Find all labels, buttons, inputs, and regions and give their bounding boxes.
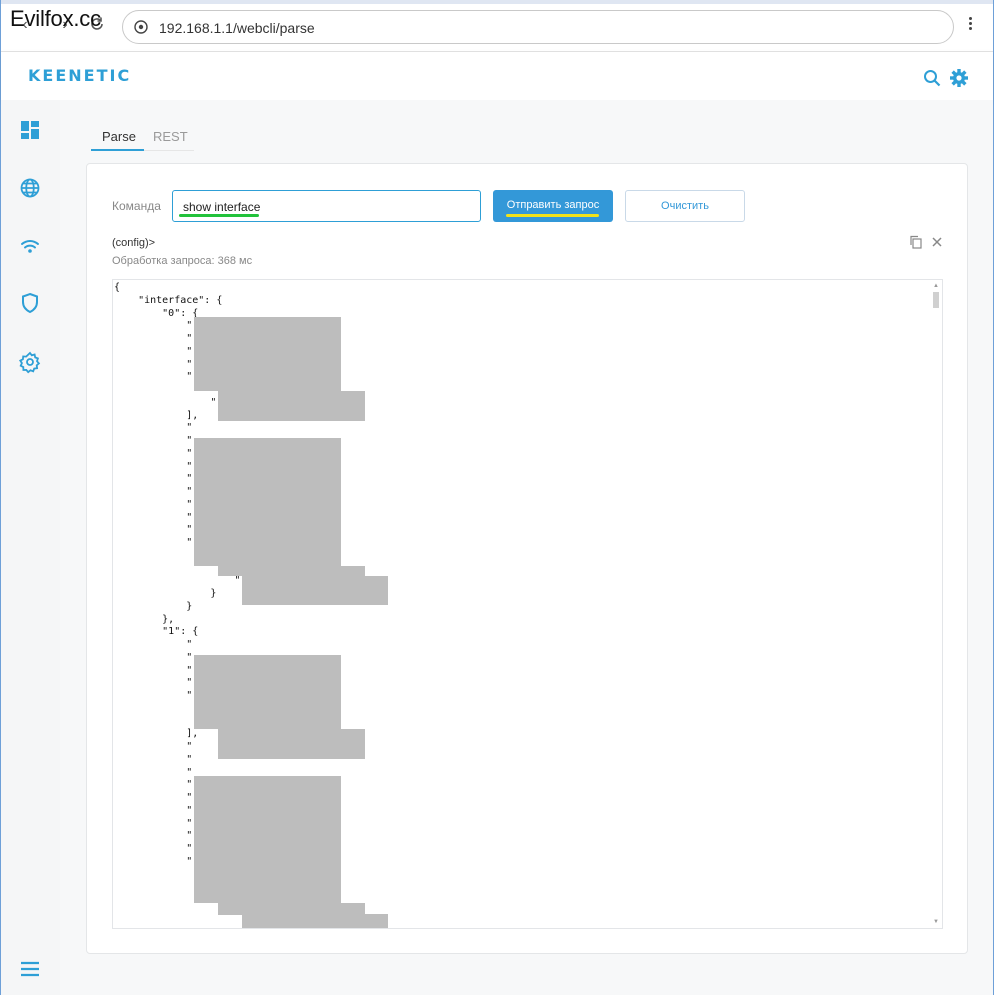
scroll-down-icon[interactable]: ▼ — [932, 918, 940, 926]
code-line: "interface": { — [114, 294, 223, 306]
json-output[interactable]: " " " " " " " " " " " " ], " " " " " " "… — [112, 279, 943, 929]
redaction-block — [194, 317, 341, 391]
code-line: " — [114, 792, 193, 803]
address-bar[interactable]: 192.168.1.1/webcli/parse — [122, 10, 954, 44]
code-line: } — [114, 600, 193, 612]
redaction-block — [194, 776, 341, 903]
clear-button-label: Очистить — [661, 200, 709, 212]
site-info-icon[interactable] — [134, 20, 148, 34]
code-line: " — [114, 817, 193, 829]
code-line: " — [114, 690, 193, 701]
code-line: { — [114, 282, 121, 293]
wifi-icon[interactable] — [18, 234, 42, 258]
shield-icon[interactable] — [18, 291, 42, 315]
code-line: " — [114, 575, 241, 587]
copy-icon[interactable] — [909, 235, 923, 249]
code-line: " — [114, 358, 193, 370]
command-input[interactable]: show interface — [172, 190, 481, 222]
sidebar — [1, 100, 60, 995]
code-line: "0": { — [114, 307, 199, 319]
code-line: " — [114, 766, 193, 778]
output-scrollbar[interactable]: ▲ ▼ — [932, 282, 940, 926]
code-line: " — [114, 639, 193, 650]
settings-gear-icon[interactable] — [949, 68, 969, 88]
scroll-thumb[interactable] — [933, 292, 939, 308]
code-line: " — [114, 804, 193, 816]
code-line: "1": { — [114, 626, 199, 638]
redaction-block — [242, 576, 388, 605]
code-line: }, — [114, 613, 175, 625]
redaction-block — [194, 655, 341, 729]
redaction-block — [194, 438, 341, 566]
code-line: " — [114, 333, 193, 344]
code-line: } — [114, 588, 217, 599]
code-line: " — [114, 371, 193, 383]
code-line: " — [114, 651, 193, 663]
clear-button[interactable]: Очистить — [625, 190, 745, 222]
code-line: " — [114, 396, 217, 408]
watermark: Evilfox.cc — [10, 6, 101, 31]
code-line: " — [114, 435, 193, 446]
send-request-button[interactable]: Отправить запрос — [493, 190, 613, 222]
window-top-border — [1, 0, 993, 4]
url-text: 192.168.1.1/webcli/parse — [159, 20, 315, 36]
code-line: ], — [114, 728, 199, 740]
browser-toolbar: Evilfox.cc ‹ › 192.168.1.1/webcli/parse — [1, 0, 993, 52]
browser-menu-icon[interactable] — [965, 15, 975, 35]
menu-icon[interactable] — [18, 957, 42, 981]
code-line: " — [114, 664, 193, 676]
redaction-block — [218, 729, 365, 759]
keenetic-logo[interactable]: KEENETIC — [28, 66, 131, 85]
code-line: " — [114, 422, 193, 434]
tab-parse[interactable]: Parse — [102, 129, 136, 144]
code-line: " — [114, 447, 193, 459]
code-line: " — [114, 460, 193, 472]
code-line: ], — [114, 409, 199, 421]
yellow-highlight-underline — [506, 214, 599, 217]
gear-icon[interactable] — [18, 350, 42, 374]
code-line: " — [114, 320, 193, 332]
browser-window: Evilfox.cc ‹ › 192.168.1.1/webcli/parse … — [0, 0, 994, 995]
code-line: " — [114, 537, 193, 548]
active-tab-indicator — [91, 149, 144, 151]
code-line: " — [114, 345, 193, 357]
close-icon[interactable] — [930, 235, 944, 249]
processing-time: Обработка запроса: 368 мс — [112, 255, 253, 267]
green-highlight-underline — [179, 214, 259, 217]
globe-icon[interactable] — [18, 176, 42, 200]
code-line: " — [114, 855, 193, 867]
parse-card: Команда show interface Отправить запрос … — [86, 163, 968, 954]
main-content: Parse REST Команда show interface Отправ… — [60, 100, 993, 995]
code-line: " — [114, 830, 193, 842]
code-line: " — [114, 677, 193, 689]
search-icon[interactable] — [923, 69, 941, 87]
tab-bar: Parse REST — [91, 123, 194, 151]
code-line: " — [114, 486, 193, 497]
code-line: " — [114, 511, 193, 523]
dashboard-icon[interactable] — [18, 118, 42, 142]
redaction-block — [218, 391, 365, 421]
code-line: " — [114, 524, 193, 536]
redaction-block — [242, 914, 388, 928]
scroll-up-icon[interactable]: ▲ — [932, 282, 940, 290]
redaction-block — [218, 566, 365, 576]
code-line: " — [114, 753, 193, 765]
cli-prompt: (config)> — [112, 237, 156, 249]
send-request-label: Отправить запрос — [506, 199, 600, 211]
code-line: " — [114, 741, 193, 752]
tab-rest[interactable]: REST — [153, 129, 188, 144]
command-input-value: show interface — [183, 200, 261, 214]
code-line: " — [114, 779, 193, 791]
app-header: KEENETIC — [1, 52, 993, 100]
command-label: Команда — [112, 199, 161, 213]
code-line: " — [114, 498, 193, 510]
code-line: " — [114, 843, 193, 854]
code-line: " — [114, 473, 193, 485]
